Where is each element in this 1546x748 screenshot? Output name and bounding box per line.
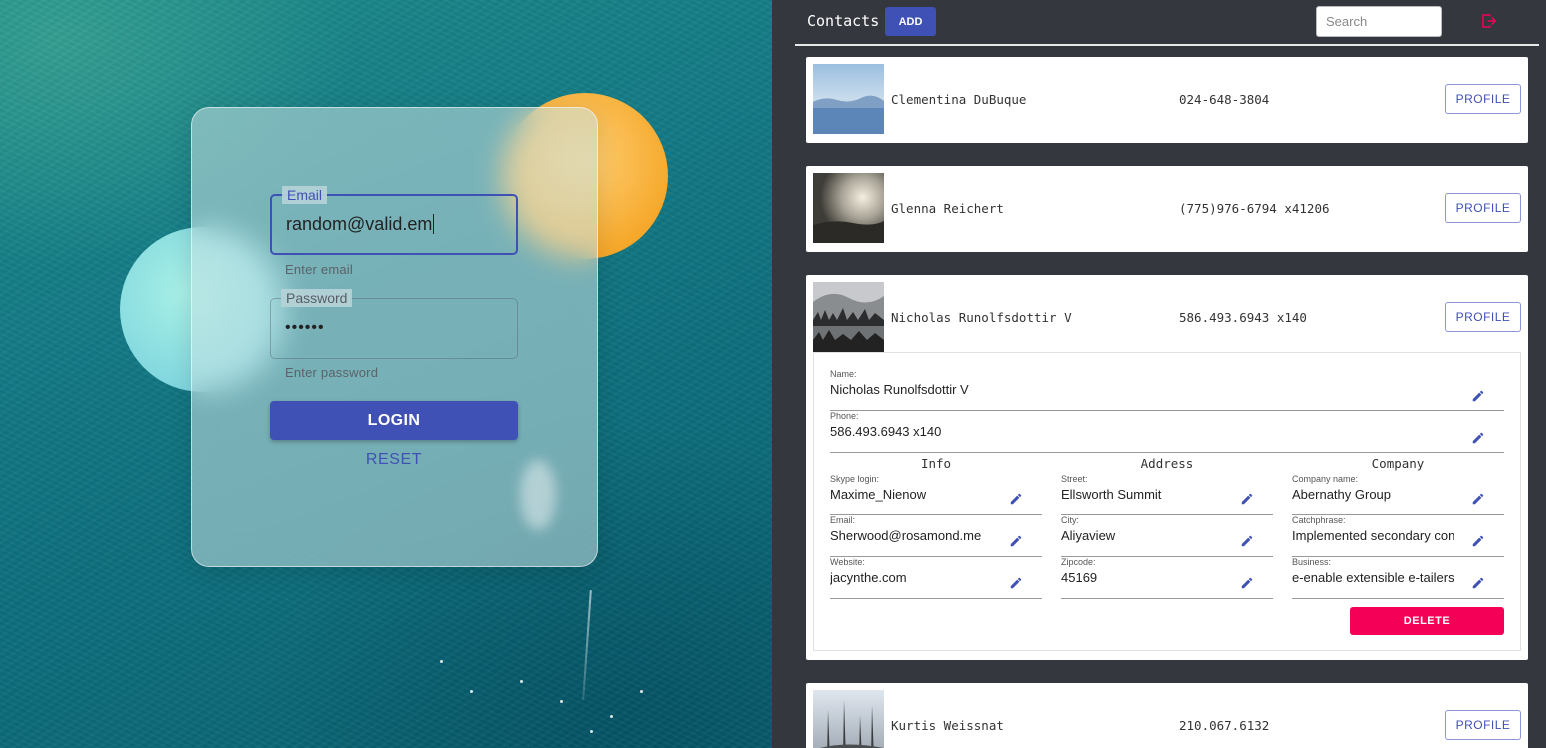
- detail-zip-value: 45169: [1061, 570, 1098, 585]
- sea-sparkle: [470, 690, 473, 693]
- login-background: Email random@valid.em Enter email Passwo…: [0, 0, 772, 748]
- password-label: Password: [281, 289, 353, 307]
- detail-label: Catchphrase:: [1292, 515, 1346, 525]
- contact-photo: [813, 173, 884, 243]
- password-helper: Enter password: [285, 365, 379, 380]
- detail-city-value: Aliyaview: [1061, 528, 1116, 543]
- detail-name-row: Name: Nicholas Runolfsdottir V: [830, 369, 1504, 411]
- contact-card: Clementina DuBuque 024-648-3804 PROFILE: [806, 57, 1528, 143]
- detail-label: Email:: [830, 515, 856, 525]
- divider: [1061, 598, 1273, 599]
- detail-skype-row: Skype login: Maxime_Nienow: [830, 474, 1042, 515]
- contact-photo: [813, 690, 884, 748]
- edit-icon[interactable]: [1009, 576, 1023, 590]
- edit-icon[interactable]: [1240, 492, 1254, 506]
- login-button[interactable]: LOGIN: [270, 401, 518, 440]
- contact-card: Glenna Reichert (775)976-6794 x41206 PRO…: [806, 166, 1528, 252]
- contact-name: Clementina DuBuque: [891, 92, 1027, 107]
- detail-business-row: Business: e-enable extensible e-tailers: [1292, 557, 1504, 599]
- detail-label: Website:: [830, 557, 865, 567]
- sea-sparkle: [560, 700, 563, 703]
- detail-company-name-row: Company name: Abernathy Group: [1292, 474, 1504, 515]
- detail-label: Zipcode:: [1061, 557, 1096, 567]
- detail-catchphrase-value: Implemented secondary concept: [1292, 528, 1454, 543]
- sea-sparkle: [610, 715, 613, 718]
- edit-icon[interactable]: [1471, 492, 1485, 506]
- detail-phone-value: 586.493.6943 x140: [830, 424, 942, 439]
- contact-card-expanded: Nicholas Runolfsdottir V 586.493.6943 x1…: [806, 275, 1528, 660]
- detail-catchphrase-row: Catchphrase: Implemented secondary conce…: [1292, 515, 1504, 557]
- detail-email-value: Sherwood@rosamond.me: [830, 528, 982, 543]
- detail-label: City:: [1061, 515, 1079, 525]
- page-title: Contacts: [807, 12, 880, 30]
- logout-icon[interactable]: [1480, 12, 1498, 30]
- email-helper: Enter email: [285, 262, 353, 277]
- detail-phone-row: Phone: 586.493.6943 x140: [830, 411, 1504, 453]
- profile-button[interactable]: PROFILE: [1445, 302, 1521, 332]
- decor-glass-blob: [520, 460, 556, 530]
- detail-label: Skype login:: [830, 474, 880, 484]
- search-input[interactable]: [1316, 6, 1442, 37]
- divider: [1292, 598, 1504, 599]
- contact-details: Name: Nicholas Runolfsdottir V Phone: 58…: [813, 352, 1521, 651]
- column-title-address: Address: [1140, 456, 1194, 471]
- detail-zip-row: Zipcode: 45169: [1061, 557, 1273, 599]
- profile-button[interactable]: PROFILE: [1445, 193, 1521, 223]
- profile-button[interactable]: PROFILE: [1445, 84, 1521, 114]
- column-title-info: Info: [920, 456, 952, 471]
- detail-email-row: Email: Sherwood@rosamond.me: [830, 515, 1042, 557]
- sea-sparkle: [590, 730, 593, 733]
- detail-street-value: Ellsworth Summit: [1061, 487, 1162, 502]
- detail-website-value: jacynthe.com: [830, 570, 907, 585]
- column-title-company: Company: [1371, 456, 1425, 471]
- contact-name: Glenna Reichert: [891, 201, 1004, 216]
- edit-icon[interactable]: [1471, 576, 1485, 590]
- contacts-panel: Contacts ADD Clementina DuBuque 024-648-…: [772, 0, 1546, 748]
- edit-icon[interactable]: [1471, 534, 1485, 548]
- contacts-toolbar: Contacts ADD: [795, 0, 1539, 46]
- email-field[interactable]: Email random@valid.em: [270, 186, 518, 255]
- contact-phone: 024-648-3804: [1179, 92, 1270, 107]
- password-value[interactable]: ••••••: [285, 319, 325, 337]
- add-contact-button[interactable]: ADD: [885, 7, 936, 36]
- edit-icon[interactable]: [1009, 492, 1023, 506]
- profile-button[interactable]: PROFILE: [1445, 710, 1521, 740]
- contact-photo: [813, 64, 884, 134]
- detail-label: Business:: [1292, 557, 1332, 567]
- detail-label: Company name:: [1292, 474, 1359, 484]
- sea-sparkle: [640, 690, 643, 693]
- divider: [830, 598, 1042, 599]
- detail-city-row: City: Aliyaview: [1061, 515, 1273, 557]
- edit-icon[interactable]: [1240, 576, 1254, 590]
- detail-skype-value: Maxime_Nienow: [830, 487, 927, 502]
- contact-name: Nicholas Runolfsdottir V: [891, 310, 1072, 325]
- delete-button[interactable]: DELETE: [1350, 607, 1504, 635]
- detail-label: Name:: [830, 369, 857, 379]
- contact-phone: 210.067.6132: [1179, 718, 1270, 733]
- sea-sparkle: [440, 660, 443, 663]
- edit-icon[interactable]: [1009, 534, 1023, 548]
- edit-icon[interactable]: [1240, 534, 1254, 548]
- password-field[interactable]: Password ••••••: [270, 289, 518, 359]
- email-label: Email: [282, 186, 328, 204]
- detail-label: Street:: [1061, 474, 1088, 484]
- contact-phone: 586.493.6943 x140: [1179, 310, 1307, 325]
- contact-card: Kurtis Weissnat 210.067.6132 PROFILE: [806, 683, 1528, 748]
- detail-label: Phone:: [830, 411, 859, 421]
- detail-business-value: e-enable extensible e-tailers: [1292, 570, 1454, 585]
- edit-icon[interactable]: [1471, 389, 1485, 403]
- detail-company-name-value: Abernathy Group: [1292, 487, 1392, 502]
- sea-sparkle: [520, 680, 523, 683]
- detail-website-row: Website: jacynthe.com: [830, 557, 1042, 599]
- wake-streak: [582, 590, 592, 700]
- email-value[interactable]: random@valid.em: [286, 214, 435, 235]
- contact-photo: [813, 282, 884, 352]
- contact-phone: (775)976-6794 x41206: [1179, 201, 1330, 216]
- edit-icon[interactable]: [1471, 431, 1485, 445]
- detail-name-value: Nicholas Runolfsdottir V: [830, 382, 969, 397]
- divider: [830, 452, 1504, 453]
- reset-button[interactable]: RESET: [270, 450, 518, 470]
- contact-name: Kurtis Weissnat: [891, 718, 1004, 733]
- detail-street-row: Street: Ellsworth Summit: [1061, 474, 1273, 515]
